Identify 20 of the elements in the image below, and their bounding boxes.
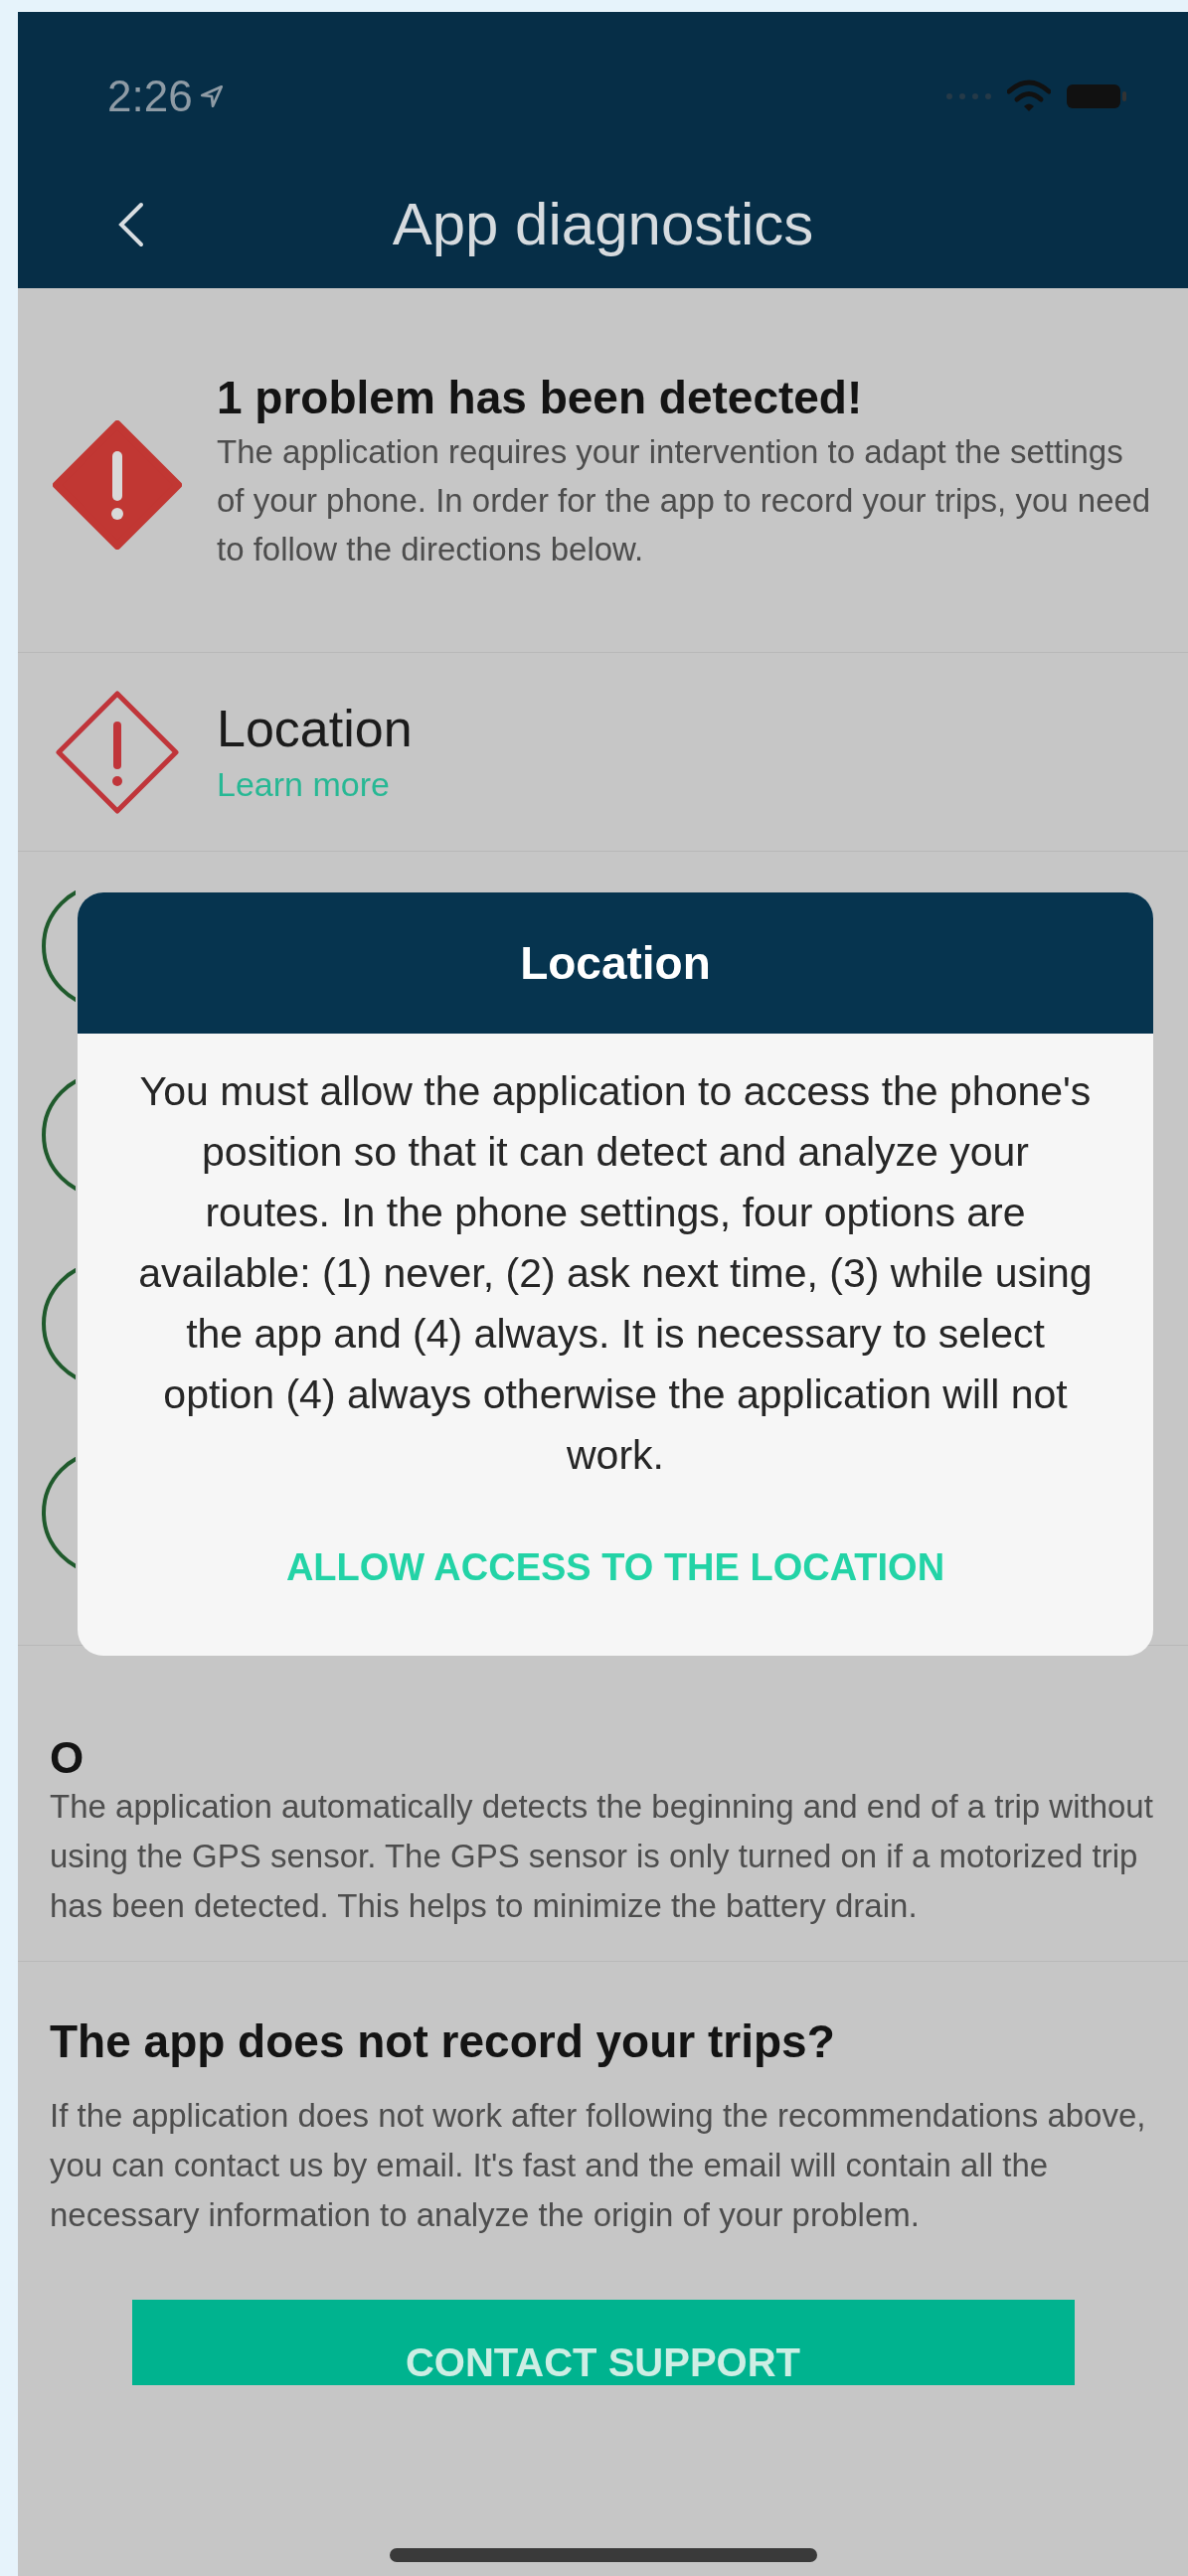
section-heading: O	[50, 1738, 85, 1778]
learn-more-link[interactable]: Learn more	[217, 759, 413, 808]
summary-text: The application requires your intervention to adapt the settings of your phone. In order for the app to record your trips, you need to follow the directions below.	[217, 431, 1152, 569]
contact-support-button[interactable]: CONTACT SUPPORT	[131, 2300, 1075, 2385]
location-arrow-icon	[198, 83, 225, 109]
summary-title: 1 problem has been detected!	[217, 370, 864, 425]
status-time: 2:26	[107, 71, 193, 122]
battery-text: The application automatically detects the beginning and end of a trip without using the GPS sensor. The GPS sensor is only turned on if a motorized trip has been detected. This helps to minimize the battery drain.	[50, 1787, 1154, 1926]
dialog-text: You must allow the application to access the phone's position so that it can detect and analyze your routes. In the phone settings, four options are available: (1) never, (2) ask next time, (3) while using the app and (4) always. It is necessary to select option (4) always otherwise the application will not work.	[137, 1067, 1094, 1480]
signal-icon	[945, 92, 993, 100]
warning-icon	[53, 420, 182, 550]
back-icon	[117, 202, 145, 247]
check-title: Location	[217, 698, 413, 759]
support-text: If the application does not work after following the recommendations above, you can contact us by email. It's fast and the email will contain all the necessary information to analyze the origin of your problem.	[50, 2096, 1147, 2235]
wifi-icon	[1007, 80, 1051, 113]
screen-title: App diagnostics	[391, 190, 815, 259]
battery-icon	[1065, 81, 1128, 111]
section-heading: The app does not record your trips?	[50, 2014, 836, 2069]
allow-location-button[interactable]: ALLOW ACCESS TO THE LOCATION	[285, 1539, 945, 1596]
dialog-title: Location	[520, 935, 711, 991]
